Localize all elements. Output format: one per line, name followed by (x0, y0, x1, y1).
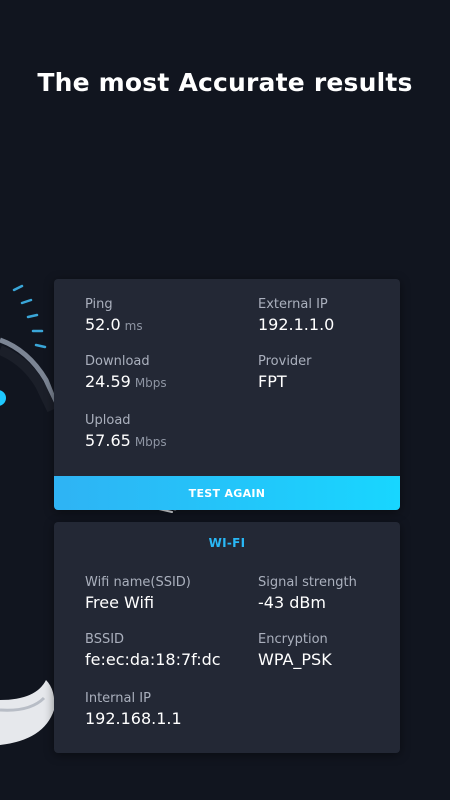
download-value: 24.59 (85, 372, 131, 391)
ping-value-row: 52.0 ms (85, 315, 143, 336)
bssid-value: fe:ec:da:18:7f:dc (85, 650, 221, 669)
upload-value-row: 57.65 Mbps (85, 431, 167, 452)
test-again-button[interactable]: TEST AGAIN (54, 476, 400, 510)
bssid-stat: BSSID fe:ec:da:18:7f:dc (85, 632, 221, 670)
external-ip-label: External IP (258, 297, 328, 312)
upload-stat: Upload 57.65 Mbps (85, 413, 167, 452)
ssid-value: Free Wifi (85, 593, 155, 612)
page-headline: The most Accurate results (37, 68, 413, 97)
ping-stat: Ping 52.0 ms (85, 297, 143, 336)
wifi-card: WI-FI Wifi name(SSID) Free Wifi Signal s… (54, 522, 400, 753)
upload-value: 57.65 (85, 431, 131, 450)
external-ip-stat: External IP 192.1.1.0 (258, 297, 334, 335)
ssid-label: Wifi name(SSID) (85, 575, 191, 590)
provider-value: FPT (258, 372, 287, 391)
results-card: Ping 52.0 ms External IP 192.1.1.0 Downlo… (54, 279, 400, 510)
upload-unit: Mbps (134, 435, 167, 449)
download-value-row: 24.59 Mbps (85, 372, 167, 393)
provider-stat: Provider FPT (258, 354, 312, 392)
external-ip-value: 192.1.1.0 (258, 315, 335, 334)
internal-ip-value: 192.168.1.1 (85, 709, 182, 728)
ping-label: Ping (85, 297, 113, 312)
download-label: Download (85, 354, 150, 369)
download-stat: Download 24.59 Mbps (85, 354, 167, 393)
download-unit: Mbps (134, 376, 167, 390)
encryption-stat: Encryption WPA_PSK (258, 632, 332, 670)
signal-strength-value: -43 dBm (258, 593, 326, 612)
ssid-stat: Wifi name(SSID) Free Wifi (85, 575, 191, 613)
ping-value: 52.0 (85, 315, 121, 334)
provider-label: Provider (258, 354, 312, 369)
encryption-value: WPA_PSK (258, 650, 332, 669)
encryption-label: Encryption (258, 632, 328, 647)
signal-strength-stat: Signal strength -43 dBm (258, 575, 357, 613)
wifi-section-title: WI-FI (208, 536, 246, 550)
internal-ip-label: Internal IP (85, 691, 151, 706)
internal-ip-stat: Internal IP 192.168.1.1 (85, 691, 182, 729)
ping-unit: ms (124, 319, 143, 333)
bssid-label: BSSID (85, 632, 125, 647)
upload-label: Upload (85, 413, 131, 428)
signal-strength-label: Signal strength (258, 575, 357, 590)
